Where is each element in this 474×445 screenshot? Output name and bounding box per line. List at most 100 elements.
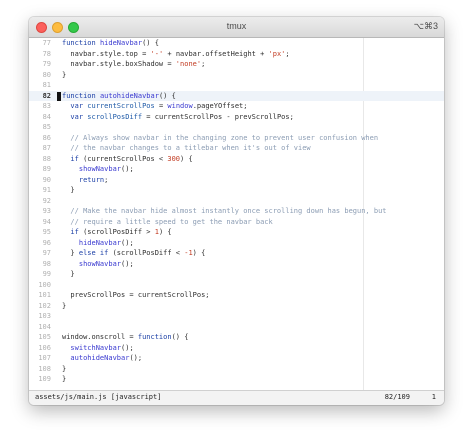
- code-text: navbar.style.boxShadow = 'none';: [62, 60, 205, 68]
- code-line[interactable]: 84 var scrollPosDiff = currentScrollPos …: [29, 112, 444, 123]
- code-text: function hideNavbar() {: [62, 39, 159, 47]
- code-line[interactable]: 96 hideNavbar();: [29, 238, 444, 249]
- status-column: 1: [431, 393, 436, 401]
- code-token: autohideNavbar: [99, 91, 159, 100]
- line-number: 104: [38, 322, 51, 331]
- code-line[interactable]: 82 function autohideNavbar() {: [29, 90, 444, 101]
- code-text: switchNavbar();: [62, 343, 134, 352]
- terminal-window: tmux ⌥⌘3 77 function hideNavbar() {78 nav…: [29, 17, 444, 405]
- code-line[interactable]: 90 return;: [29, 175, 444, 186]
- code-token: (scrollPosDiff >: [83, 228, 155, 236]
- code-text: if (scrollPosDiff > 1) {: [62, 228, 172, 236]
- code-line[interactable]: 81: [29, 80, 444, 91]
- code-token: -1: [184, 249, 193, 257]
- code-token: navbar.style.top =: [62, 49, 151, 58]
- code-token: ();: [129, 354, 143, 362]
- code-line[interactable]: 88 if (currentScrollPos < 300) {: [29, 154, 444, 165]
- code-line[interactable]: 105 window.onscroll = function() {: [29, 332, 444, 343]
- code-line[interactable]: 79 navbar.style.boxShadow = 'none';: [29, 59, 444, 70]
- code-text: function autohideNavbar() {: [62, 92, 176, 100]
- title-bar[interactable]: tmux ⌥⌘3: [29, 17, 444, 38]
- line-number: 108: [38, 364, 51, 373]
- code-line[interactable]: 109}: [29, 374, 444, 385]
- code-line[interactable]: 85: [29, 122, 444, 133]
- code-text: // Make the navbar hide almost instantly…: [62, 207, 386, 215]
- code-line[interactable]: 94 // require a little speed to get the …: [29, 217, 444, 228]
- line-number: 79: [42, 60, 51, 68]
- line-number: 92: [42, 196, 51, 205]
- code-token: function: [62, 91, 100, 100]
- line-number: 93: [42, 207, 51, 215]
- code-token: else if: [78, 249, 113, 257]
- code-token: }: [62, 270, 75, 278]
- code-line[interactable]: 107 autohideNavbar();: [29, 353, 444, 364]
- code-token: 'none': [175, 60, 202, 68]
- window-title: tmux: [226, 21, 247, 31]
- code-line[interactable]: 101 prevScrollPos = currentScrollPos;: [29, 290, 444, 301]
- code-token: // require a little speed to get the nav…: [62, 217, 273, 226]
- code-line[interactable]: 104: [29, 322, 444, 333]
- code-token: '-': [150, 49, 164, 58]
- code-token: ();: [121, 259, 134, 268]
- code-text: navbar.style.top = '-' + navbar.offsetHe…: [62, 49, 289, 58]
- code-line[interactable]: 83 var currentScrollPos = window.pageYOf…: [29, 101, 444, 112]
- code-token: () {: [142, 39, 159, 47]
- code-token: currentScrollPos: [87, 102, 155, 110]
- code-editor[interactable]: 77 function hideNavbar() {78 navbar.style…: [29, 38, 444, 391]
- code-line[interactable]: 100: [29, 280, 444, 291]
- code-line[interactable]: 99 }: [29, 269, 444, 280]
- line-number: 85: [42, 123, 51, 131]
- code-line[interactable]: 77 function hideNavbar() {: [29, 38, 444, 49]
- code-text: window.onscroll = function() {: [62, 333, 188, 341]
- code-text: // require a little speed to get the nav…: [62, 217, 273, 226]
- code-token: function: [137, 333, 172, 341]
- line-number: 80: [42, 70, 51, 79]
- code-token: ();: [121, 165, 134, 173]
- code-line[interactable]: 86 // Always show navbar in the changing…: [29, 133, 444, 144]
- code-line[interactable]: 98 showNavbar();: [29, 259, 444, 270]
- code-text: }: [62, 365, 66, 373]
- code-line[interactable]: 80}: [29, 70, 444, 81]
- code-line[interactable]: 91 }: [29, 185, 444, 196]
- code-text: }: [62, 270, 75, 278]
- code-text: return;: [62, 176, 109, 184]
- code-token: }: [62, 301, 67, 310]
- code-text: showNavbar();: [62, 260, 134, 268]
- code-token: ();: [121, 343, 134, 352]
- code-line[interactable]: 93 // Make the navbar hide almost instan…: [29, 206, 444, 217]
- code-line[interactable]: 103: [29, 311, 444, 322]
- line-number: 86: [42, 133, 51, 142]
- line-number: 90: [42, 175, 51, 184]
- line-number: 109: [38, 375, 51, 383]
- code-token: }: [62, 375, 67, 383]
- code-token: ) {: [158, 228, 172, 236]
- line-number: 103: [38, 312, 51, 320]
- code-line[interactable]: 92: [29, 196, 444, 207]
- code-line[interactable]: 97 } else if (scrollPosDiff < -1) {: [29, 248, 444, 259]
- code-line[interactable]: 89 showNavbar();: [29, 164, 444, 175]
- code-line[interactable]: 95 if (scrollPosDiff > 1) {: [29, 227, 444, 238]
- line-number: 83: [42, 102, 51, 110]
- code-token: () {: [171, 333, 189, 341]
- code-token: (scrollPosDiff <: [112, 249, 185, 257]
- code-token: hideNavbar: [62, 238, 122, 247]
- code-line[interactable]: 102}: [29, 301, 444, 312]
- code-text: hideNavbar();: [62, 239, 134, 247]
- code-token: navbar.style.boxShadow =: [62, 60, 176, 68]
- code-token: switchNavbar: [62, 343, 122, 352]
- line-number: 102: [38, 301, 51, 310]
- line-number: 78: [42, 49, 51, 58]
- line-number: 77: [42, 39, 51, 47]
- line-number: 106: [38, 343, 51, 352]
- code-text: }: [62, 302, 66, 310]
- code-token: var: [62, 102, 88, 110]
- code-line[interactable]: 108}: [29, 364, 444, 375]
- code-line[interactable]: 106 switchNavbar();: [29, 343, 444, 354]
- code-token: ) {: [192, 249, 206, 257]
- code-token: }: [62, 249, 79, 257]
- code-text: }: [62, 375, 66, 383]
- code-token: hideNavbar: [99, 39, 143, 47]
- code-token: .pageYOffset;: [192, 102, 248, 110]
- code-line[interactable]: 87 // the navbar changes to a titlebar w…: [29, 143, 444, 154]
- code-line[interactable]: 78 navbar.style.top = '-' + navbar.offse…: [29, 49, 444, 60]
